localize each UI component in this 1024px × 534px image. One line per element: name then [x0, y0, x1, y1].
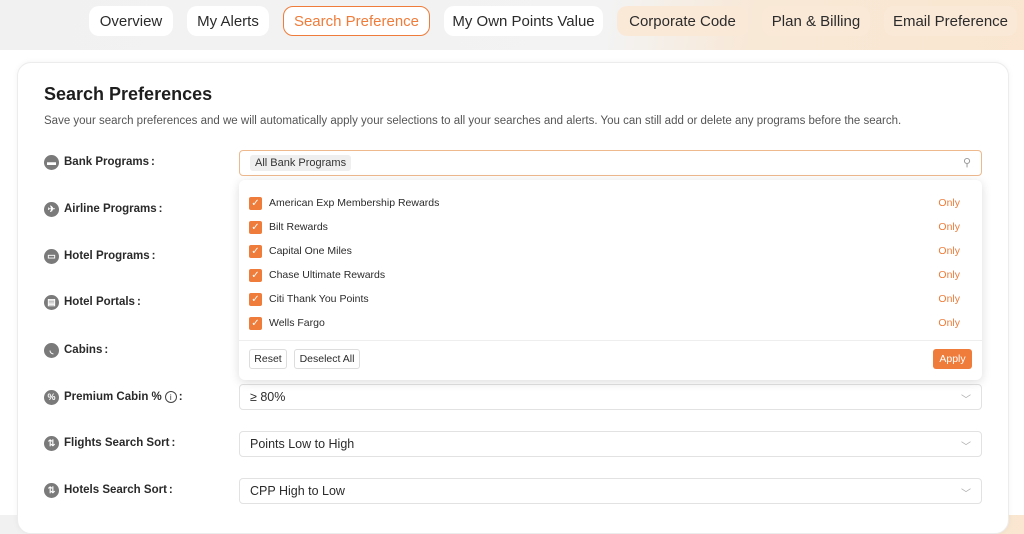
- row-label-text: Flights Search Sort: [64, 437, 170, 449]
- checkbox-checked-icon[interactable]: ✓: [249, 196, 262, 210]
- bank-programs-select[interactable]: All Bank Programs ⚲: [239, 150, 982, 176]
- row-airline-programs: ✈ Airline Programs:: [44, 199, 163, 219]
- only-link[interactable]: Only: [938, 269, 960, 281]
- chevron-down-icon: ﹀: [961, 442, 971, 453]
- select-value: Points Low to High: [250, 437, 355, 451]
- reset-button[interactable]: Reset: [249, 349, 287, 369]
- only-link[interactable]: Only: [938, 245, 960, 257]
- option-amex[interactable]: ✓ American Exp Membership Rewards Only: [249, 193, 972, 213]
- seat-icon: ◟: [44, 342, 59, 358]
- option-bilt[interactable]: ✓ Bilt Rewards Only: [249, 217, 972, 237]
- row-label-text: Hotel Programs: [64, 250, 150, 262]
- option-wells-fargo[interactable]: ✓ Wells Fargo Only: [249, 313, 972, 333]
- tab-my-alerts[interactable]: My Alerts: [187, 6, 269, 36]
- checkbox-checked-icon[interactable]: ✓: [249, 268, 262, 282]
- checkbox-checked-icon[interactable]: ✓: [249, 220, 262, 234]
- select-value: CPP High to Low: [250, 484, 345, 498]
- page-title: Search Preferences: [44, 84, 213, 104]
- row-label-text: Hotel Portals: [64, 296, 135, 308]
- row-hotel-programs: ▭ Hotel Programs:: [44, 246, 155, 266]
- search-icon: ⚲: [962, 157, 971, 169]
- chevron-down-icon: ﹀: [961, 489, 971, 500]
- chevron-down-icon: ﹀: [961, 395, 971, 406]
- row-label-text: Hotels Search Sort: [64, 484, 167, 496]
- row-label-text: Premium Cabin %: [64, 391, 162, 403]
- bed-icon: ▭: [44, 248, 59, 264]
- option-chase[interactable]: ✓ Chase Ultimate Rewards Only: [249, 265, 972, 285]
- info-icon[interactable]: i: [164, 391, 177, 403]
- tab-overview[interactable]: Overview: [89, 6, 173, 36]
- airplane-icon: ✈: [44, 201, 59, 217]
- only-link[interactable]: Only: [938, 221, 960, 233]
- dropdown-divider: [239, 340, 982, 341]
- option-capital-one[interactable]: ✓ Capital One Miles Only: [249, 241, 972, 261]
- only-link[interactable]: Only: [938, 197, 960, 209]
- checkbox-checked-icon[interactable]: ✓: [249, 316, 262, 330]
- bank-card-icon: ▬: [44, 154, 59, 170]
- row-hotels-search-sort: ⇅ Hotels Search Sort:: [44, 480, 173, 500]
- tab-my-own-points-value[interactable]: My Own Points Value: [444, 6, 603, 36]
- row-flights-search-sort: ⇅ Flights Search Sort:: [44, 433, 175, 453]
- tab-plan-billing[interactable]: Plan & Billing: [762, 6, 870, 36]
- tab-bar: Overview My Alerts Search Preference My …: [0, 6, 1024, 38]
- row-bank-programs: ▬ Bank Programs:: [44, 152, 155, 172]
- only-link[interactable]: Only: [938, 293, 960, 305]
- row-label-text: Airline Programs: [64, 203, 157, 215]
- premium-cabin-select[interactable]: ≥ 80% ﹀: [239, 384, 982, 410]
- flight-sort-icon: ⇅: [44, 435, 59, 451]
- tab-corporate-code[interactable]: Corporate Code: [617, 6, 748, 36]
- row-cabins: ◟ Cabins:: [44, 340, 108, 360]
- selected-chip[interactable]: All Bank Programs: [250, 155, 352, 171]
- hotel-sort-icon: ⇅: [44, 482, 59, 498]
- only-link[interactable]: Only: [938, 317, 960, 329]
- apply-button[interactable]: Apply: [933, 349, 972, 369]
- page-description: Save your search preferences and we will…: [44, 115, 902, 127]
- tab-search-preference[interactable]: Search Preference: [283, 6, 430, 36]
- option-citi[interactable]: ✓ Citi Thank You Points Only: [249, 289, 972, 309]
- hotels-sort-select[interactable]: CPP High to Low ﹀: [239, 478, 982, 504]
- select-value: ≥ 80%: [250, 390, 286, 404]
- hotel-building-icon: ▤: [44, 294, 59, 310]
- tab-email-preference[interactable]: Email Preference: [884, 6, 1017, 36]
- checkbox-checked-icon[interactable]: ✓: [249, 292, 262, 306]
- row-label-text: Bank Programs: [64, 156, 150, 168]
- checkbox-checked-icon[interactable]: ✓: [249, 244, 262, 258]
- row-hotel-portals: ▤ Hotel Portals:: [44, 292, 141, 312]
- percent-seat-icon: %: [44, 389, 59, 405]
- row-label-text: Cabins: [64, 344, 103, 356]
- deselect-all-button[interactable]: Deselect All: [294, 349, 360, 369]
- bank-programs-dropdown: ✓ American Exp Membership Rewards Only ✓…: [239, 180, 982, 380]
- flights-sort-select[interactable]: Points Low to High ﹀: [239, 431, 982, 457]
- row-premium-cabin: % Premium Cabin % i:: [44, 387, 183, 407]
